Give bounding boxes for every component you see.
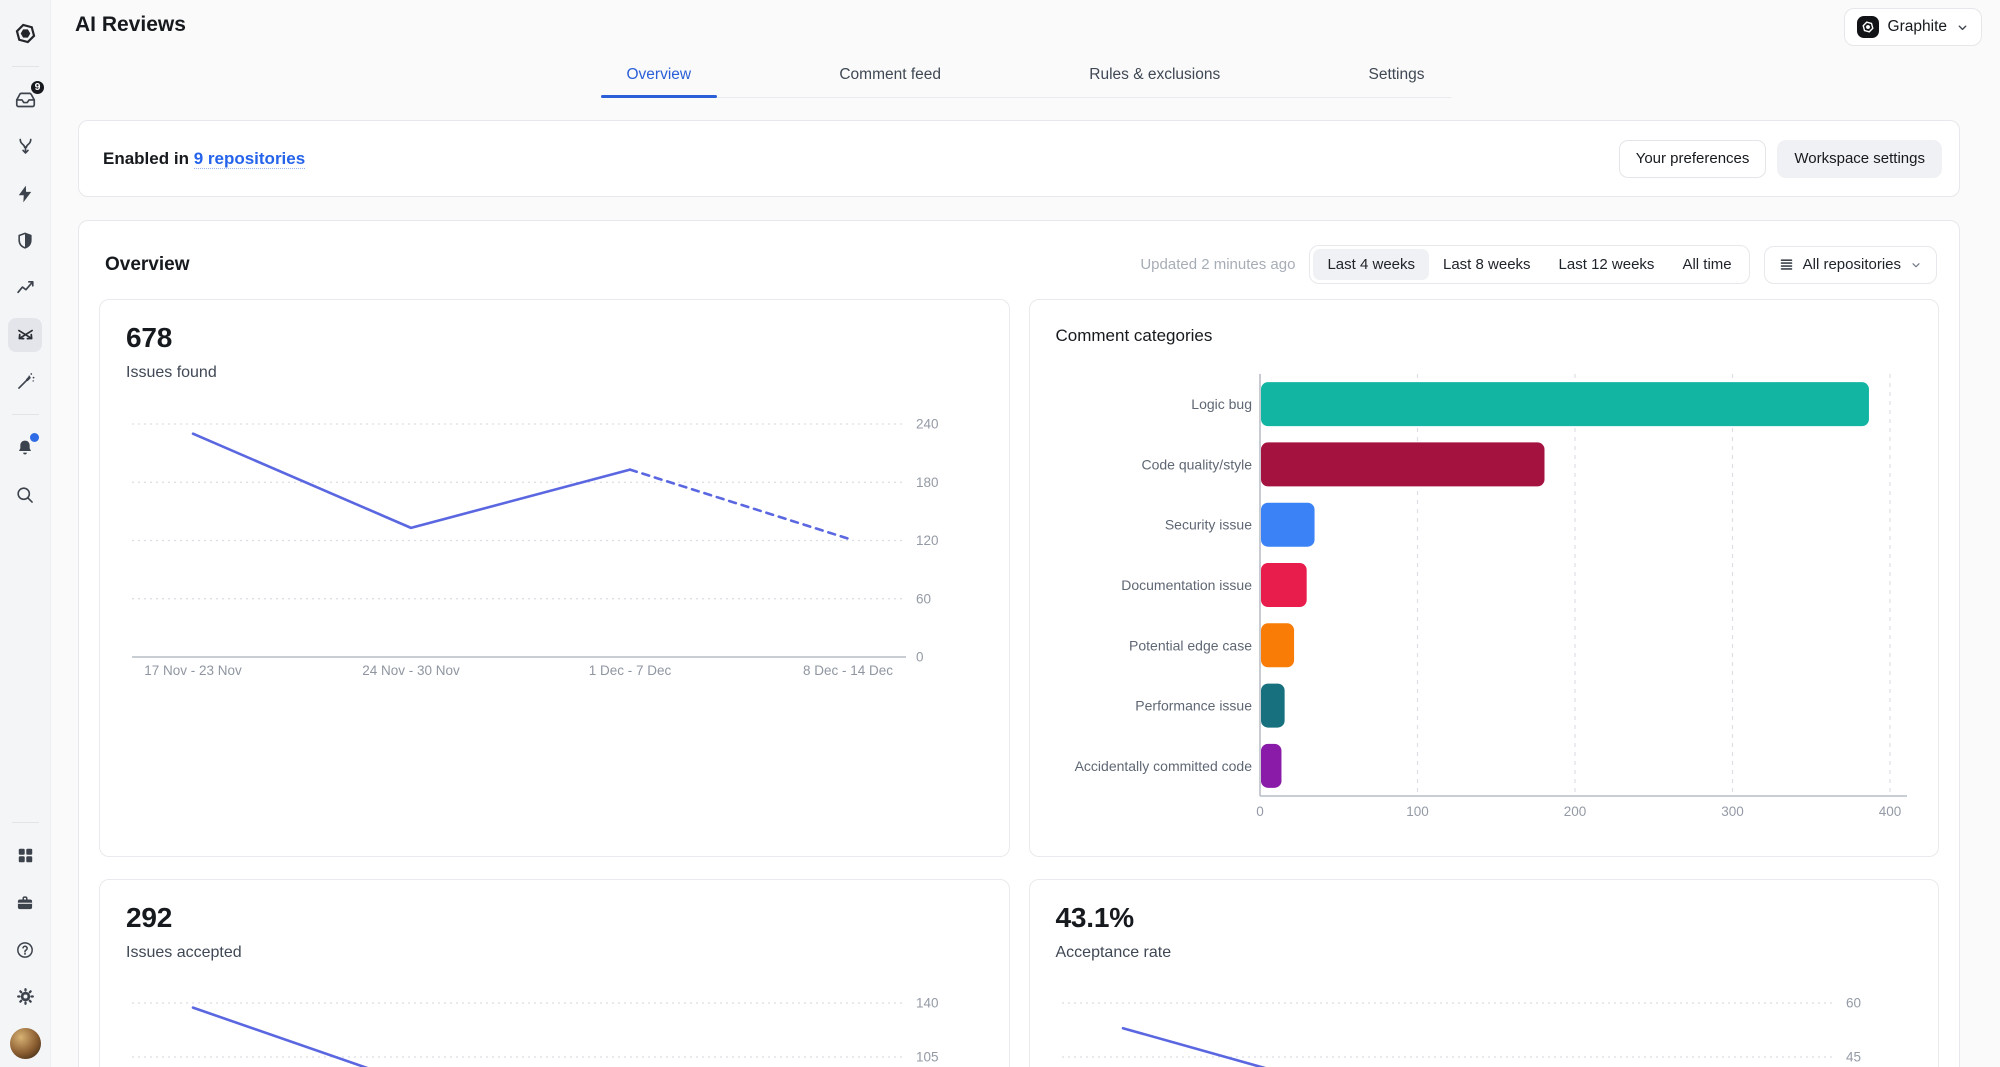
shield-icon[interactable] — [8, 224, 42, 258]
tab-bar: Overview Comment feed Rules & exclusions… — [600, 52, 1451, 98]
range-last-8-weeks[interactable]: Last 8 weeks — [1429, 249, 1545, 280]
svg-text:120: 120 — [916, 533, 939, 548]
svg-text:Security issue: Security issue — [1164, 517, 1251, 533]
range-last-4-weeks[interactable]: Last 4 weeks — [1313, 249, 1429, 280]
svg-text:24 Nov - 30 Nov: 24 Nov - 30 Nov — [362, 663, 460, 678]
inbox-icon[interactable]: 9 — [8, 78, 46, 117]
notifications-bell-icon[interactable] — [8, 431, 42, 465]
svg-text:240: 240 — [916, 417, 939, 432]
range-all-time[interactable]: All time — [1668, 249, 1745, 280]
range-last-12-weeks[interactable]: Last 12 weeks — [1545, 249, 1669, 280]
tab-overview[interactable]: Overview — [600, 52, 718, 98]
merge-icon[interactable] — [8, 130, 42, 164]
graphite-logo-icon[interactable] — [8, 17, 42, 51]
section-title: Overview — [105, 253, 190, 275]
svg-text:105: 105 — [916, 1050, 939, 1065]
repo-list-icon — [1780, 259, 1792, 270]
issues-found-line-chart: 0 60 120 180 240 17 Nov - 23 Nov 24 Nov - 30 N… — [132, 417, 939, 678]
acceptance-rate-line-chart: 60 45 — [1061, 996, 1861, 1067]
issues-found-card: 678 Issues found 0 60 120 180 240 17 Nov - 23… — [99, 299, 1010, 857]
issues-accepted-card: 292 Issues accepted 140 105 — [99, 879, 1010, 1067]
overview-panel: Overview Updated 2 minutes ago Last 4 we… — [78, 220, 1960, 1067]
repository-filter-dropdown[interactable]: All repositories — [1763, 245, 1937, 284]
svg-text:100: 100 — [1406, 804, 1429, 819]
graphite-mark-icon — [1856, 16, 1879, 38]
ai-reviews-icon[interactable] — [8, 317, 42, 352]
chevron-down-icon — [1912, 262, 1920, 267]
search-icon[interactable] — [8, 478, 42, 512]
svg-text:Performance issue: Performance issue — [1135, 698, 1252, 714]
tab-settings[interactable]: Settings — [1342, 52, 1450, 97]
user-avatar[interactable] — [8, 1027, 42, 1061]
svg-text:Potential edge case: Potential edge case — [1129, 637, 1252, 653]
tab-comment-feed[interactable]: Comment feed — [813, 52, 967, 97]
enabled-text: Enabled in — [103, 148, 189, 168]
updated-timestamp: Updated 2 minutes ago — [1140, 256, 1296, 273]
svg-text:60: 60 — [1846, 996, 1861, 1011]
svg-text:8 Dec - 14 Dec: 8 Dec - 14 Dec — [803, 663, 893, 678]
help-icon[interactable] — [8, 933, 42, 967]
briefcase-icon[interactable] — [8, 886, 42, 920]
your-preferences-button[interactable]: Your preferences — [1618, 139, 1767, 178]
svg-text:180: 180 — [916, 475, 939, 490]
magic-wand-icon[interactable] — [8, 365, 42, 399]
avatar-image — [9, 1028, 41, 1059]
workspace-switcher-button[interactable]: Graphite — [1843, 8, 1982, 46]
repo-filter-label: All repositories — [1802, 256, 1901, 273]
page-title: AI Reviews — [75, 13, 186, 36]
svg-text:Accidentally committed code: Accidentally committed code — [1074, 758, 1252, 774]
chevron-down-icon — [1958, 24, 1967, 30]
settings-gear-icon[interactable] — [8, 980, 42, 1014]
tab-rules-exclusions[interactable]: Rules & exclusions — [1063, 52, 1246, 97]
svg-text:Logic bug: Logic bug — [1191, 396, 1252, 412]
svg-text:45: 45 — [1846, 1050, 1861, 1065]
workspace-settings-button[interactable]: Workspace settings — [1777, 139, 1942, 178]
svg-text:0: 0 — [1256, 804, 1264, 819]
page-header: AI Reviews Graphite — [51, 0, 2000, 52]
svg-text:Documentation issue: Documentation issue — [1121, 577, 1252, 593]
overview-toolbar: Overview Updated 2 minutes ago Last 4 we… — [99, 245, 1939, 284]
enabled-repos-banner: Enabled in 9 repositories Your preferenc… — [78, 120, 1960, 197]
issues-accepted-line-chart: 140 105 — [132, 996, 939, 1067]
time-range-segmented-control: Last 4 weeks Last 8 weeks Last 12 weeks … — [1309, 245, 1750, 284]
sidebar-divider — [11, 414, 39, 415]
insights-chart-icon[interactable] — [8, 271, 42, 305]
svg-text:17 Nov - 23 Nov: 17 Nov - 23 Nov — [144, 663, 242, 678]
workspace-name: Graphite — [1887, 18, 1947, 35]
notification-dot — [30, 432, 39, 442]
svg-text:300: 300 — [1721, 804, 1744, 819]
svg-text:1 Dec - 7 Dec: 1 Dec - 7 Dec — [589, 663, 672, 678]
acceptance-rate-card: 43.1% Acceptance rate 60 45 — [1028, 879, 1939, 1067]
sidebar: 9 — [0, 0, 51, 1067]
svg-text:400: 400 — [1878, 804, 1901, 819]
sidebar-divider — [11, 822, 39, 823]
sidebar-divider — [11, 66, 39, 67]
svg-text:140: 140 — [916, 996, 939, 1011]
inbox-count-badge: 9 — [29, 78, 46, 96]
svg-text:60: 60 — [916, 591, 931, 606]
comment-categories-card: Comment categories 0 100 200 300 400 Logic bu… — [1028, 299, 1939, 857]
svg-text:Code quality/style: Code quality/style — [1141, 456, 1252, 472]
svg-text:200: 200 — [1563, 804, 1586, 819]
apps-grid-icon[interactable] — [8, 839, 42, 873]
lightning-icon[interactable] — [8, 177, 42, 211]
comment-categories-bar-chart: 0 100 200 300 400 Logic bug Code quality/style… — [1074, 374, 1907, 819]
svg-text:0: 0 — [916, 650, 924, 665]
repositories-link[interactable]: 9 repositories — [193, 148, 306, 169]
